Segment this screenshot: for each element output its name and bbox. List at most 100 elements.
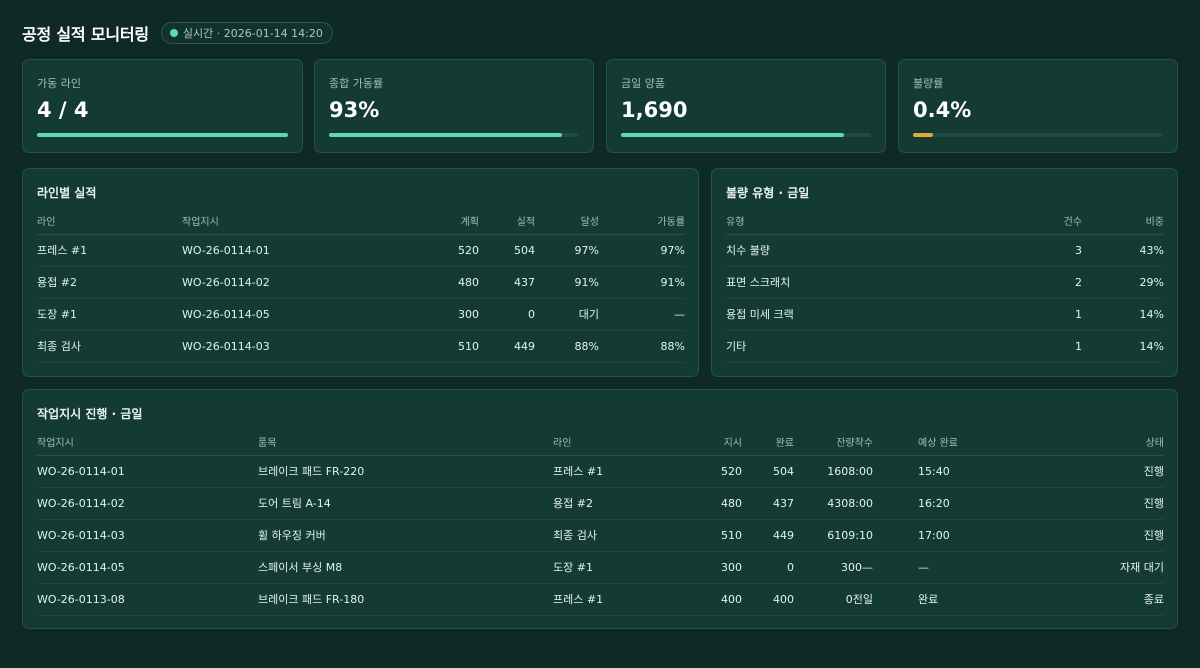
table-cell: 97% <box>535 234 599 267</box>
table-cell: 504 <box>479 234 535 267</box>
table-cell: 용접 미세 크랙 <box>726 298 1006 331</box>
table-cell: 1 <box>1006 330 1082 363</box>
table-row[interactable]: WO-26-0114-05 스페이서 부싱 M8 도장 #1 300 0 300… <box>37 551 1164 584</box>
live-dot-icon <box>169 29 178 37</box>
column-header: 작업지시 <box>37 429 258 456</box>
status-cell: 진행 <box>1053 487 1164 520</box>
table-cell: 도장 #1 <box>553 551 706 584</box>
kpi-value: 4 / 4 <box>37 98 89 122</box>
table-row[interactable]: WO-26-0114-01 브레이크 패드 FR-220 프레스 #1 520 … <box>37 455 1164 488</box>
column-header: 비중 <box>1082 208 1164 235</box>
kpi-value: 93% <box>329 98 380 122</box>
table-cell: 400 <box>742 583 794 616</box>
panel-title: 라인별 실적 <box>37 186 97 200</box>
table-cell: 520 <box>706 455 742 488</box>
kpi-value: 0.4% <box>913 98 972 122</box>
table-cell: 510 <box>362 330 479 363</box>
table-cell: 6109:10 <box>794 519 873 552</box>
table-row[interactable]: 프레스 #1 WO-26-0114-01 520 504 97% 97% <box>37 234 685 267</box>
table-cell: 91% <box>599 266 685 299</box>
work-order-progress-panel: 작업지시 진행 · 금일 작업지시 품목 라인 지시 완료 잔량착수 예상 완료… <box>22 389 1178 629</box>
kpi-progress-fill <box>913 133 933 137</box>
table-cell: — <box>599 298 685 331</box>
table-row[interactable]: 표면 스크래치 2 29% <box>726 266 1164 299</box>
table-cell: 1608:00 <box>794 455 873 488</box>
table-cell: 1 <box>1006 298 1082 331</box>
kpi-value: 1,690 <box>621 98 688 122</box>
kpi-progress-bar <box>329 133 579 137</box>
kpi-label: 가동 라인 <box>37 77 81 90</box>
table-cell: WO-26-0114-05 <box>37 551 258 584</box>
table-cell: 도어 트림 A-14 <box>258 487 553 520</box>
table-cell: 88% <box>535 330 599 363</box>
table-cell: WO-26-0114-01 <box>37 455 258 488</box>
table-cell: 용접 #2 <box>553 487 706 520</box>
table-cell: 16:20 <box>873 487 1053 520</box>
table-cell: 용접 #2 <box>37 266 182 299</box>
table-cell: 0 <box>742 551 794 584</box>
table-cell: WO-26-0114-02 <box>182 266 362 299</box>
table-row[interactable]: WO-26-0114-03 휠 하우징 커버 최종 검사 510 449 610… <box>37 519 1164 552</box>
table-cell: WO-26-0114-02 <box>37 487 258 520</box>
table-cell: 0 <box>479 298 535 331</box>
kpi-card-good-units: 금일 양품 1,690 <box>606 59 886 153</box>
table-cell: 17:00 <box>873 519 1053 552</box>
table-cell: 520 <box>362 234 479 267</box>
table-header-row: 라인 작업지시 계획 실적 달성 가동률 <box>37 208 685 235</box>
table-cell: 브레이크 패드 FR-220 <box>258 455 553 488</box>
table-cell: — <box>873 551 1053 584</box>
column-header: 유형 <box>726 208 1006 235</box>
table-cell: 스페이서 부싱 M8 <box>258 551 553 584</box>
kpi-progress-bar <box>37 133 288 137</box>
defect-type-table: 유형 건수 비중 치수 불량 3 43% 표면 스크래치 2 29% 용접 미세… <box>726 208 1164 363</box>
table-cell: 14% <box>1082 330 1164 363</box>
table-cell: 437 <box>742 487 794 520</box>
table-row[interactable]: 도장 #1 WO-26-0114-05 300 0 대기 — <box>37 298 685 331</box>
kpi-progress-fill <box>621 133 844 137</box>
table-cell: 88% <box>599 330 685 363</box>
kpi-card-defect-rate: 불량률 0.4% <box>898 59 1178 153</box>
kpi-card-oee: 종합 가동률 93% <box>314 59 594 153</box>
table-cell: 기타 <box>726 330 1006 363</box>
table-cell: 300 <box>706 551 742 584</box>
table-row[interactable]: 치수 불량 3 43% <box>726 234 1164 267</box>
panel-title: 작업지시 진행 · 금일 <box>37 407 143 421</box>
panel-title: 불량 유형 · 금일 <box>726 186 810 200</box>
column-header: 달성 <box>535 208 599 235</box>
table-row[interactable]: 기타 1 14% <box>726 330 1164 363</box>
table-cell: 43% <box>1082 234 1164 267</box>
line-performance-panel: 라인별 실적 라인 작업지시 계획 실적 달성 가동률 프레스 #1 WO-26… <box>22 168 699 377</box>
table-row[interactable]: WO-26-0113-08 브레이크 패드 FR-180 프레스 #1 400 … <box>37 583 1164 616</box>
table-cell: 대기 <box>535 298 599 331</box>
column-header: 완료 <box>742 429 794 456</box>
kpi-label: 금일 양품 <box>621 77 665 90</box>
table-cell: 도장 #1 <box>37 298 182 331</box>
table-cell: 14% <box>1082 298 1164 331</box>
table-row[interactable]: WO-26-0114-02 도어 트림 A-14 용접 #2 480 437 4… <box>37 487 1164 520</box>
column-header: 계획 <box>362 208 479 235</box>
table-cell: WO-26-0113-08 <box>37 583 258 616</box>
column-header: 라인 <box>37 208 182 235</box>
status-cell: 종료 <box>1053 583 1164 616</box>
table-cell: 400 <box>706 583 742 616</box>
table-cell: 504 <box>742 455 794 488</box>
status-cell: 진행 <box>1053 455 1164 488</box>
page-header: 공정 실적 모니터링 실시간 · 2026-01-14 14:20 <box>22 20 333 46</box>
table-cell: 480 <box>362 266 479 299</box>
table-cell: 437 <box>479 266 535 299</box>
page-title: 공정 실적 모니터링 <box>22 25 149 44</box>
column-header: 작업지시 <box>182 208 362 235</box>
table-cell: 29% <box>1082 266 1164 299</box>
table-row[interactable]: 최종 검사 WO-26-0114-03 510 449 88% 88% <box>37 330 685 363</box>
table-cell: 4308:00 <box>794 487 873 520</box>
table-cell: 최종 검사 <box>553 519 706 552</box>
table-cell: 휠 하우징 커버 <box>258 519 553 552</box>
table-row[interactable]: 용접 미세 크랙 1 14% <box>726 298 1164 331</box>
column-header: 예상 완료 <box>873 429 1053 456</box>
column-header: 상태 <box>1053 429 1164 456</box>
table-cell: 15:40 <box>873 455 1053 488</box>
table-cell: 3 <box>1006 234 1082 267</box>
table-cell: 최종 검사 <box>37 330 182 363</box>
table-row[interactable]: 용접 #2 WO-26-0114-02 480 437 91% 91% <box>37 266 685 299</box>
table-header-row: 작업지시 품목 라인 지시 완료 잔량착수 예상 완료 상태 <box>37 429 1164 456</box>
